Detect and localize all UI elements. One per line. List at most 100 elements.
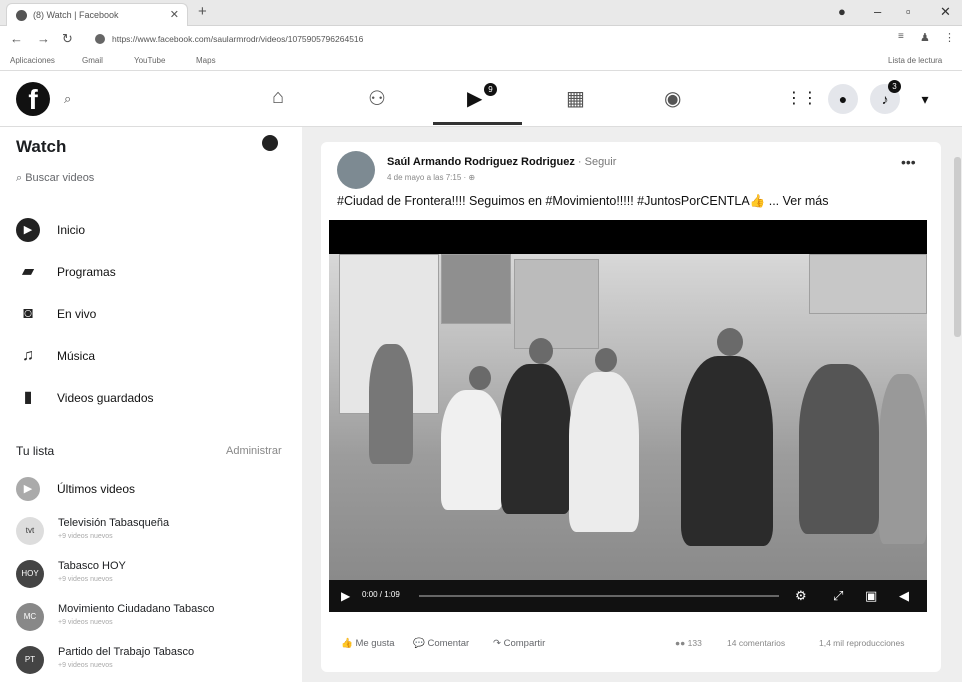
picture-in-picture-icon[interactable]: ▣ xyxy=(865,588,877,604)
play-icon[interactable]: ▶ xyxy=(341,589,350,603)
watch-badge: 9 xyxy=(484,83,497,96)
building xyxy=(441,254,511,324)
search-videos-input[interactable]: ⌕ Buscar videos xyxy=(16,172,94,185)
sidebar-item-latest[interactable]: ▶ Últimos videos xyxy=(16,477,286,501)
address-bar-row: ← → ↻ https://www.facebook.com/saularmro… xyxy=(0,26,962,51)
maximize-icon[interactable]: ▫ xyxy=(906,4,911,19)
scrollbar-thumb[interactable] xyxy=(954,157,961,337)
minimize-icon[interactable]: – xyxy=(874,4,881,19)
like-label: Me gusta xyxy=(355,638,395,649)
person xyxy=(369,344,413,464)
person xyxy=(529,338,553,364)
play-icon: ▶ xyxy=(16,477,40,501)
channel-item[interactable]: PT Partido del Trabajo Tabasco +9 videos… xyxy=(16,644,296,678)
facebook-header: f ⌕ ⌂ ⚇ ▶ 9 ▦ ◉ ⋮⋮ ● ♪ 3 ▾ xyxy=(0,71,962,127)
groups-icon[interactable]: ◉ xyxy=(664,86,681,111)
url-field[interactable]: https://www.facebook.com/saularmrodr/vid… xyxy=(92,31,892,47)
person xyxy=(681,356,773,546)
active-tab-indicator xyxy=(433,122,522,125)
search-icon[interactable]: ⌕ xyxy=(64,91,71,107)
home-icon[interactable]: ⌂ xyxy=(272,86,284,109)
music-icon: ♫ xyxy=(22,347,34,364)
facebook-logo[interactable]: f xyxy=(16,82,50,116)
sidebar-item-saved[interactable]: ▮ Videos guardados xyxy=(16,386,286,410)
bookmark-icon: ▮ xyxy=(23,389,33,406)
channel-item[interactable]: MC Movimiento Ciudadano Tabasco +9 video… xyxy=(16,601,296,635)
new-tab-icon[interactable]: + xyxy=(198,3,207,20)
person xyxy=(879,374,927,544)
fullscreen-icon[interactable]: ⤢ xyxy=(833,588,843,604)
menu-grid-icon[interactable]: ⋮⋮ xyxy=(786,84,818,114)
bookmark-youtube[interactable]: YouTube xyxy=(134,56,165,65)
follow-link[interactable]: · Seguir xyxy=(578,156,617,168)
comment-label: Comentar xyxy=(427,638,470,649)
see-more-link[interactable]: Ver más xyxy=(783,194,829,208)
post-author[interactable]: Saúl Armando Rodriguez Rodriguez · Segui… xyxy=(387,156,616,168)
bookmark-maps[interactable]: Maps xyxy=(196,56,216,65)
close-tab-icon[interactable]: ✕ xyxy=(170,8,179,21)
author-name[interactable]: Saúl Armando Rodriguez Rodriguez xyxy=(387,156,575,168)
channel-avatar: tvt xyxy=(16,517,44,545)
gear-icon[interactable] xyxy=(262,135,278,151)
video-progress-bar[interactable] xyxy=(419,595,779,597)
scrollbar[interactable] xyxy=(953,127,962,682)
reload-icon[interactable]: ↻ xyxy=(62,31,73,47)
close-window-icon[interactable]: ✕ xyxy=(940,4,951,20)
comments-count[interactable]: 14 comentarios xyxy=(727,638,785,648)
account-menu-icon[interactable]: ▾ xyxy=(910,84,940,114)
share-button[interactable]: ↷ Compartir xyxy=(493,638,545,649)
reading-mode-icon[interactable]: ≡ xyxy=(898,31,904,42)
bookmark-gmail[interactable]: Gmail xyxy=(82,56,103,65)
comment-button[interactable]: 💬 Comentar xyxy=(413,638,469,649)
live-icon: ◙ xyxy=(23,305,33,322)
marketplace-icon[interactable]: ▦ xyxy=(566,86,585,111)
sidebar-item-home[interactable]: ▶ Inicio xyxy=(16,218,286,242)
person xyxy=(501,364,571,514)
post-date[interactable]: 4 de mayo a las 7:15 · ⊕ xyxy=(387,173,475,182)
tab-title: (8) Watch | Facebook xyxy=(33,10,119,20)
browser-tab[interactable]: (8) Watch | Facebook ✕ xyxy=(6,3,188,26)
thumbs-up-icon: 👍 xyxy=(341,638,356,649)
sidebar-item-shows[interactable]: ▰ Programas xyxy=(16,260,286,284)
bookmarks-bar: Aplicaciones Gmail YouTube Maps Lista de… xyxy=(0,51,962,71)
forward-icon[interactable]: → xyxy=(37,31,50,46)
video-player[interactable]: ▶ 0:00 / 1:09 ⚙ ⤢ ▣ ◀ xyxy=(329,220,927,612)
channel-name: Tabasco HOY xyxy=(58,560,126,572)
channel-subtitle: +9 videos nuevos xyxy=(58,533,113,540)
reactions-count[interactable]: ●● 133 xyxy=(675,638,702,648)
channel-subtitle: +9 videos nuevos xyxy=(58,619,113,626)
channel-name: Partido del Trabajo Tabasco xyxy=(58,646,195,658)
like-button[interactable]: 👍 Me gusta xyxy=(341,638,395,649)
search-icon: ⌕ xyxy=(16,172,26,184)
site-info-icon[interactable] xyxy=(95,34,105,44)
watch-icon[interactable]: ▶ xyxy=(467,86,482,111)
notifications-badge: 3 xyxy=(888,80,901,93)
bookmark-apps[interactable]: Aplicaciones xyxy=(10,56,55,65)
channel-name: Movimiento Ciudadano Tabasco xyxy=(58,603,215,615)
friends-icon[interactable]: ⚇ xyxy=(368,86,386,111)
channel-item[interactable]: HOY Tabasco HOY +9 videos nuevos xyxy=(16,558,296,592)
channel-name: Televisión Tabasqueña xyxy=(58,517,170,529)
share-label: Compartir xyxy=(503,638,546,649)
more-options-icon[interactable]: ••• xyxy=(901,154,916,170)
building xyxy=(514,259,599,349)
volume-icon[interactable]: ◀ xyxy=(899,588,909,604)
manage-link[interactable]: Administrar xyxy=(226,445,282,457)
person xyxy=(569,372,639,532)
settings-gear-icon[interactable]: ⚙ xyxy=(795,588,807,604)
profile-icon[interactable]: ● xyxy=(838,4,846,19)
reading-list[interactable]: Lista de lectura xyxy=(888,56,942,65)
facebook-favicon-icon xyxy=(16,10,27,21)
sidebar-item-music[interactable]: ♫ Música xyxy=(16,344,286,368)
video-controls: ▶ 0:00 / 1:09 ⚙ ⤢ ▣ ◀ xyxy=(329,580,927,612)
author-avatar[interactable] xyxy=(337,151,375,189)
reactions-number: 133 xyxy=(687,638,702,648)
channel-item[interactable]: tvt Televisión Tabasqueña +9 videos nuev… xyxy=(16,515,296,549)
back-icon[interactable]: ← xyxy=(10,31,23,46)
menu-kebab-icon[interactable]: ⋮ xyxy=(944,31,955,44)
comment-icon: 💬 xyxy=(413,638,428,649)
messenger-icon[interactable]: ● xyxy=(828,84,858,114)
account-icon[interactable]: ♟ xyxy=(920,31,930,44)
sidebar-item-live[interactable]: ◙ En vivo xyxy=(16,302,286,326)
person xyxy=(717,328,743,356)
